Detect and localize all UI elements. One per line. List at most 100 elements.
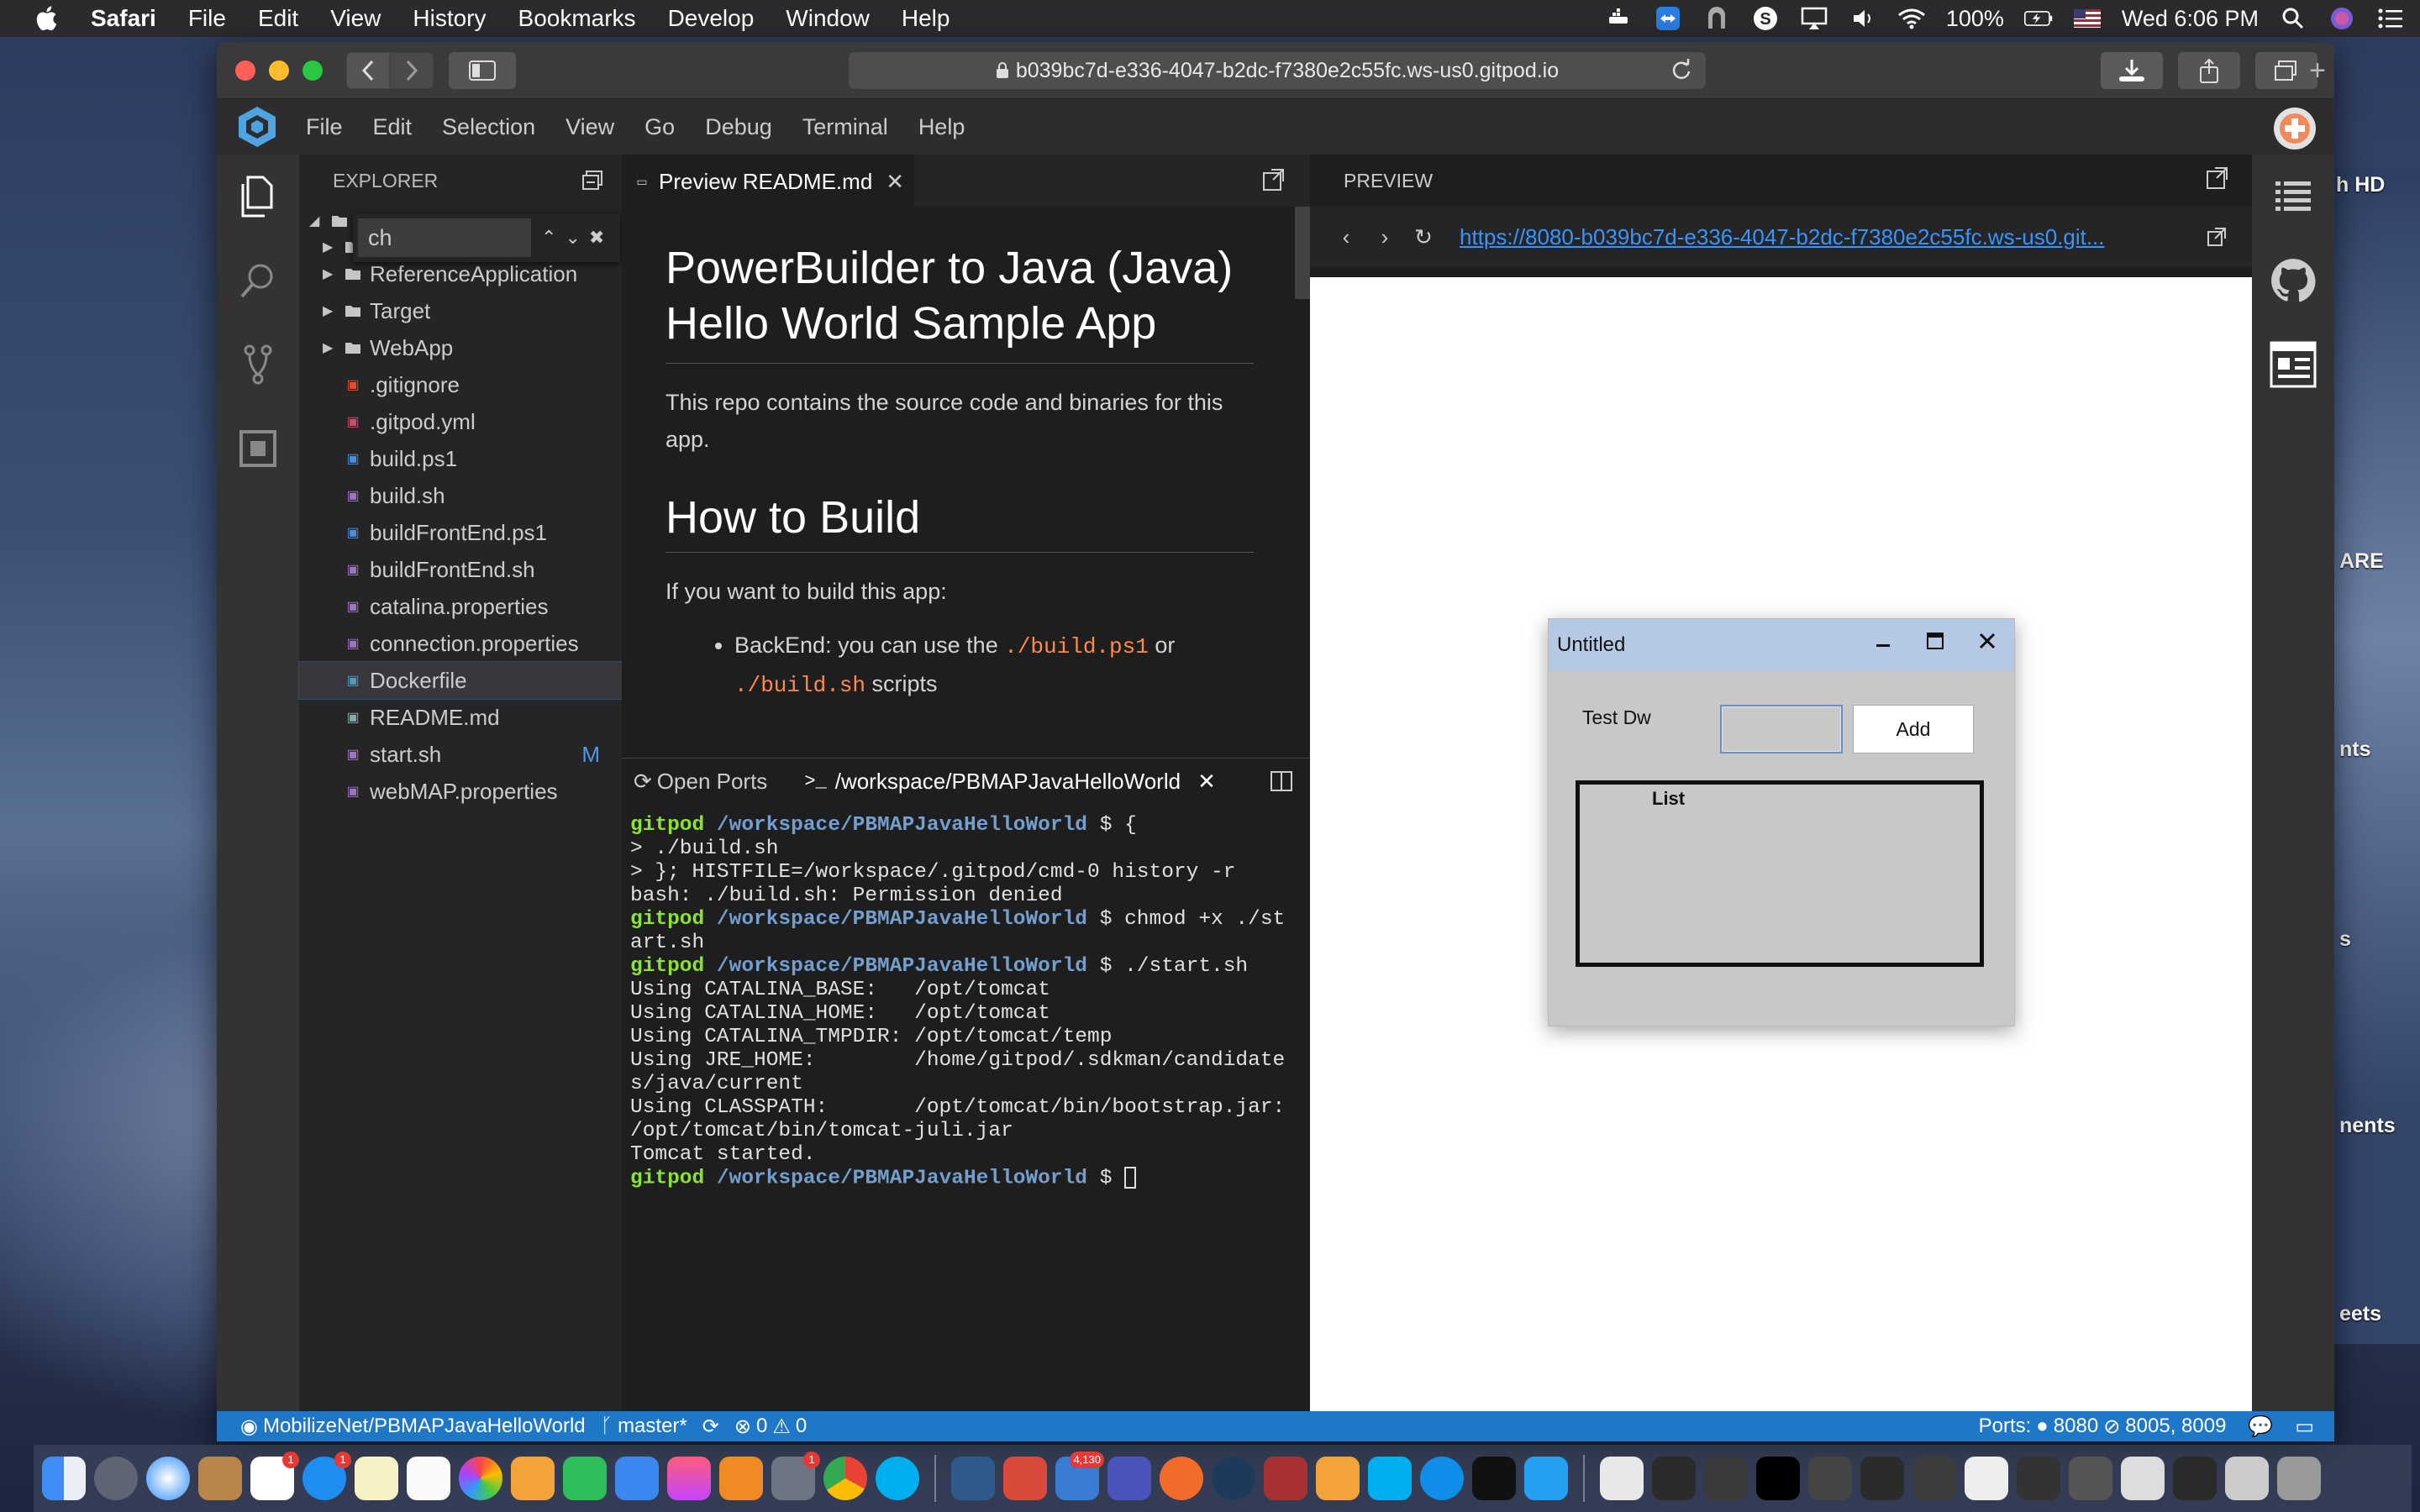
vscode-icon[interactable] bbox=[1524, 1457, 1568, 1500]
menu-history[interactable]: History bbox=[413, 5, 486, 32]
tree-folder-row[interactable]: ▶ WebApp bbox=[299, 329, 622, 366]
minimized-window-icon[interactable] bbox=[1652, 1457, 1696, 1500]
file-row[interactable]: ▣ Dockerfile bbox=[298, 661, 623, 700]
trash-icon[interactable] bbox=[2277, 1457, 2321, 1500]
downloads-stack-icon[interactable] bbox=[1600, 1457, 1644, 1500]
edge-icon[interactable] bbox=[1212, 1457, 1255, 1500]
menu-clock[interactable]: Wed 6:06 PM bbox=[2122, 6, 2259, 32]
collapse-all-icon[interactable] bbox=[581, 170, 603, 192]
menu-help[interactable]: Help bbox=[902, 5, 950, 32]
extensions-icon[interactable] bbox=[217, 407, 299, 491]
safari-icon[interactable] bbox=[146, 1457, 190, 1500]
chrome-icon[interactable] bbox=[823, 1457, 867, 1500]
status-problems[interactable]: ⊗ 0 ⚠ 0 bbox=[734, 1415, 807, 1439]
minimized-window-icon[interactable] bbox=[1860, 1457, 1904, 1500]
file-row[interactable]: ▣ .gitpod.yml bbox=[299, 403, 622, 440]
menu-develop[interactable]: Develop bbox=[668, 5, 755, 32]
desktop-icon-label[interactable]: nts bbox=[2339, 738, 2371, 762]
wifi-icon[interactable] bbox=[1897, 6, 1926, 31]
minimize-icon[interactable] bbox=[1873, 631, 1893, 651]
preview-app-icon[interactable]: 4,130 bbox=[1055, 1452, 1104, 1500]
battery-icon[interactable] bbox=[2023, 6, 2053, 31]
source-control-icon[interactable] bbox=[217, 323, 299, 407]
open-external-preview-icon[interactable] bbox=[2205, 166, 2228, 190]
photos-icon[interactable] bbox=[459, 1457, 502, 1500]
explorer-files-icon[interactable] bbox=[217, 155, 299, 239]
siri-icon[interactable] bbox=[2328, 6, 2356, 31]
list-box[interactable]: List bbox=[1576, 780, 1984, 967]
desktop-icon-label[interactable]: s bbox=[2339, 927, 2351, 952]
app-window-titlebar[interactable]: Untitled bbox=[1549, 619, 2014, 671]
minimized-window-icon[interactable] bbox=[1912, 1457, 1956, 1500]
status-branch[interactable]: ᚴ master* bbox=[601, 1415, 687, 1438]
reminders-icon[interactable] bbox=[407, 1457, 450, 1500]
preview-back-icon[interactable]: ‹ bbox=[1327, 224, 1365, 250]
teamviewer-dock-icon[interactable] bbox=[1420, 1457, 1464, 1500]
us-flag-icon[interactable] bbox=[2073, 6, 2102, 31]
skype-icon[interactable]: S bbox=[1751, 6, 1780, 31]
ide-menu-file[interactable]: File bbox=[306, 114, 343, 140]
itunes-icon[interactable] bbox=[667, 1457, 711, 1500]
ide-menu-help[interactable]: Help bbox=[918, 114, 965, 140]
file-row[interactable]: ▣ buildFrontEnd.ps1 bbox=[299, 514, 622, 551]
minimized-window-icon[interactable] bbox=[1808, 1457, 1852, 1500]
sublime-icon[interactable] bbox=[1316, 1457, 1360, 1500]
preview-url-link[interactable]: https://8080-b039bc7d-e336-4047-b2dc-f73… bbox=[1460, 224, 2182, 250]
minimized-window-icon[interactable] bbox=[1704, 1457, 1748, 1500]
minimized-window-icon[interactable] bbox=[2017, 1457, 2060, 1500]
add-button[interactable]: Add bbox=[1853, 705, 1974, 753]
ide-menu-edit[interactable]: Edit bbox=[373, 114, 413, 140]
apple-icon[interactable] bbox=[34, 4, 62, 33]
menu-edit[interactable]: Edit bbox=[258, 5, 298, 32]
downloads-button[interactable] bbox=[2101, 52, 2163, 89]
open-preview-icon[interactable] bbox=[1261, 168, 1285, 192]
menu-view[interactable]: View bbox=[330, 5, 381, 32]
ide-menu-view[interactable]: View bbox=[566, 114, 614, 140]
tree-folder-row[interactable]: ▶ Target bbox=[299, 292, 622, 329]
docker-icon[interactable] bbox=[1605, 6, 1634, 31]
find-next-icon[interactable]: ⌄ bbox=[565, 227, 580, 249]
spotlight-search-icon[interactable] bbox=[2279, 6, 2307, 31]
books-icon[interactable] bbox=[719, 1457, 763, 1500]
terminal-output[interactable]: gitpod /workspace/PBMAPJavaHelloWorld $ … bbox=[622, 804, 1310, 1190]
minimized-window-icon[interactable] bbox=[2069, 1457, 2112, 1500]
minimized-window-icon[interactable] bbox=[1756, 1457, 1800, 1500]
menu-app-name[interactable]: Safari bbox=[91, 5, 156, 32]
menu-bookmarks[interactable]: Bookmarks bbox=[518, 5, 636, 32]
launchpad-icon[interactable] bbox=[94, 1457, 138, 1500]
status-repo[interactable]: ◉ MobilizeNet/PBMAPJavaHelloWorld bbox=[240, 1415, 586, 1439]
menu-file[interactable]: File bbox=[188, 5, 226, 32]
find-previous-icon[interactable]: ⌃ bbox=[541, 227, 556, 249]
finder-icon[interactable] bbox=[42, 1457, 86, 1500]
teams-icon[interactable] bbox=[1107, 1457, 1151, 1500]
tree-find-input[interactable] bbox=[358, 218, 531, 257]
preview-reload-icon[interactable]: ↻ bbox=[1404, 224, 1443, 250]
test-dw-textbox[interactable] bbox=[1720, 705, 1843, 753]
minimize-window-button[interactable] bbox=[269, 60, 289, 81]
ide-menu-selection[interactable]: Selection bbox=[442, 114, 535, 140]
minimized-window-icon[interactable] bbox=[2121, 1457, 2165, 1500]
screen-sharing-icon[interactable] bbox=[1003, 1457, 1047, 1500]
contacts-icon[interactable] bbox=[198, 1457, 242, 1500]
desktop-icon-label[interactable]: ARE bbox=[2339, 549, 2384, 574]
teamviewer-icon[interactable] bbox=[1654, 6, 1682, 31]
preview-forward-icon[interactable]: › bbox=[1365, 224, 1404, 250]
split-terminal-icon[interactable] bbox=[1270, 770, 1293, 792]
user-avatar[interactable] bbox=[2274, 108, 2316, 150]
find-close-icon[interactable]: ✖ bbox=[589, 227, 604, 249]
file-row[interactable]: ▣ start.sh M bbox=[299, 736, 622, 773]
battery-percent[interactable]: 100% bbox=[1946, 6, 2004, 32]
postman-icon[interactable] bbox=[1160, 1457, 1203, 1500]
skype-dock-icon[interactable] bbox=[876, 1457, 919, 1500]
tab-close-icon[interactable]: ✕ bbox=[1197, 769, 1216, 795]
close-window-button[interactable] bbox=[235, 60, 255, 81]
minimized-window-icon[interactable] bbox=[2225, 1457, 2269, 1500]
skype-business-icon[interactable] bbox=[1368, 1457, 1412, 1500]
numbers-icon[interactable] bbox=[563, 1457, 607, 1500]
preview-panel-icon[interactable] bbox=[2252, 323, 2334, 407]
reload-icon[interactable] bbox=[1670, 59, 1692, 81]
file-row[interactable]: ▣ connection.properties bbox=[299, 625, 622, 662]
status-sync[interactable]: ⟳ bbox=[702, 1415, 719, 1439]
file-row[interactable]: ▣ build.ps1 bbox=[299, 440, 622, 477]
pages-icon[interactable] bbox=[511, 1457, 555, 1500]
